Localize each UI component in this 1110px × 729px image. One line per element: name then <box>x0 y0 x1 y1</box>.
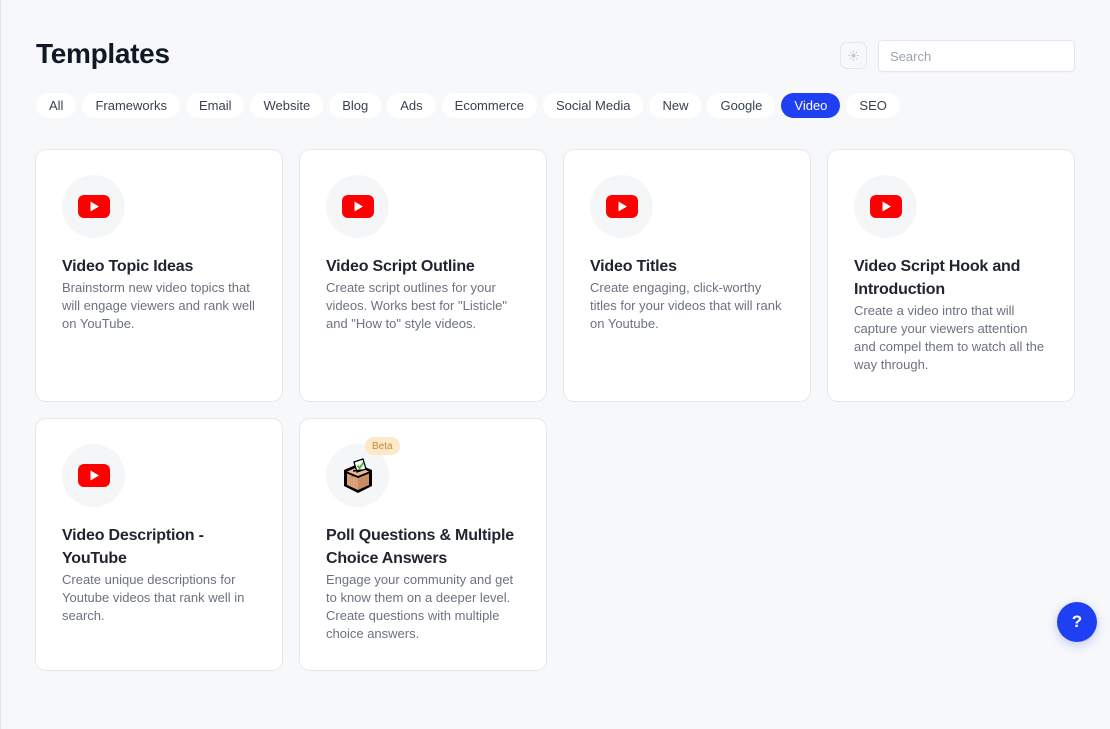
filter-chip-ads[interactable]: Ads <box>387 93 436 118</box>
filter-chip-email[interactable]: Email <box>185 93 245 118</box>
icon-container <box>62 444 125 507</box>
card-title: Video Description - YouTube <box>62 527 204 567</box>
ballot-box-icon <box>343 457 372 493</box>
youtube-icon <box>869 195 902 218</box>
theme-toggle-button[interactable] <box>840 42 867 69</box>
beta-badge: Beta <box>365 437 400 455</box>
filter-chip-blog[interactable]: Blog <box>329 93 382 118</box>
filter-chip-all[interactable]: All <box>36 93 77 118</box>
filter-chip-google[interactable]: Google <box>707 93 776 118</box>
search-input[interactable] <box>878 40 1075 72</box>
card-description: Create script outlines for your videos. … <box>326 280 507 331</box>
template-card-video-script-outline[interactable]: Video Script Outline Create script outli… <box>299 149 547 402</box>
card-title: Video Script Outline <box>326 258 475 275</box>
template-card-video-script-hook[interactable]: Video Script Hook and Introduction Creat… <box>827 149 1075 402</box>
icon-container <box>62 175 125 238</box>
sun-icon <box>848 50 859 61</box>
page-title: Templates <box>36 38 170 69</box>
icon-container <box>326 175 389 238</box>
filter-chip-video[interactable]: Video <box>781 93 841 118</box>
category-filters: All Frameworks Email Website Blog Ads Ec… <box>36 93 900 118</box>
youtube-icon <box>77 195 110 218</box>
card-title: Video Topic Ideas <box>62 258 194 275</box>
card-description: Create a video intro that will capture y… <box>854 303 1045 372</box>
filter-chip-seo[interactable]: SEO <box>846 93 900 118</box>
filter-chip-frameworks[interactable]: Frameworks <box>82 93 180 118</box>
filter-chip-new[interactable]: New <box>649 93 702 118</box>
card-description: Brainstorm new video topics that will en… <box>62 280 255 331</box>
youtube-icon <box>77 464 110 487</box>
filter-chip-website[interactable]: Website <box>250 93 324 118</box>
card-description: Create unique descriptions for Youtube v… <box>62 572 245 623</box>
icon-container: Beta <box>326 437 400 507</box>
card-title: Video Titles <box>590 258 677 275</box>
card-title: Poll Questions & Multiple Choice Answers <box>326 527 514 567</box>
template-card-video-topic-ideas[interactable]: Video Topic Ideas Brainstorm new video t… <box>35 149 283 402</box>
youtube-icon <box>341 195 374 218</box>
youtube-icon <box>605 195 638 218</box>
template-card-video-description[interactable]: Video Description - YouTube Create uniqu… <box>35 418 283 671</box>
help-button[interactable]: ? <box>1057 602 1097 642</box>
template-card-poll-questions[interactable]: Beta Poll Questions & Multiple Choice An… <box>299 418 547 671</box>
filter-chip-ecommerce[interactable]: Ecommerce <box>441 93 538 118</box>
icon-container <box>854 175 917 238</box>
filter-chip-social-media[interactable]: Social Media <box>543 93 644 118</box>
card-title: Video Script Hook and Introduction <box>854 258 1021 298</box>
template-card-video-titles[interactable]: Video Titles Create engaging, click-wort… <box>563 149 811 402</box>
icon-container <box>590 175 653 238</box>
card-description: Create engaging, click-worthy titles for… <box>590 280 782 331</box>
template-grid: Video Topic Ideas Brainstorm new video t… <box>35 149 1075 671</box>
card-description: Engage your community and get to know th… <box>326 572 514 641</box>
